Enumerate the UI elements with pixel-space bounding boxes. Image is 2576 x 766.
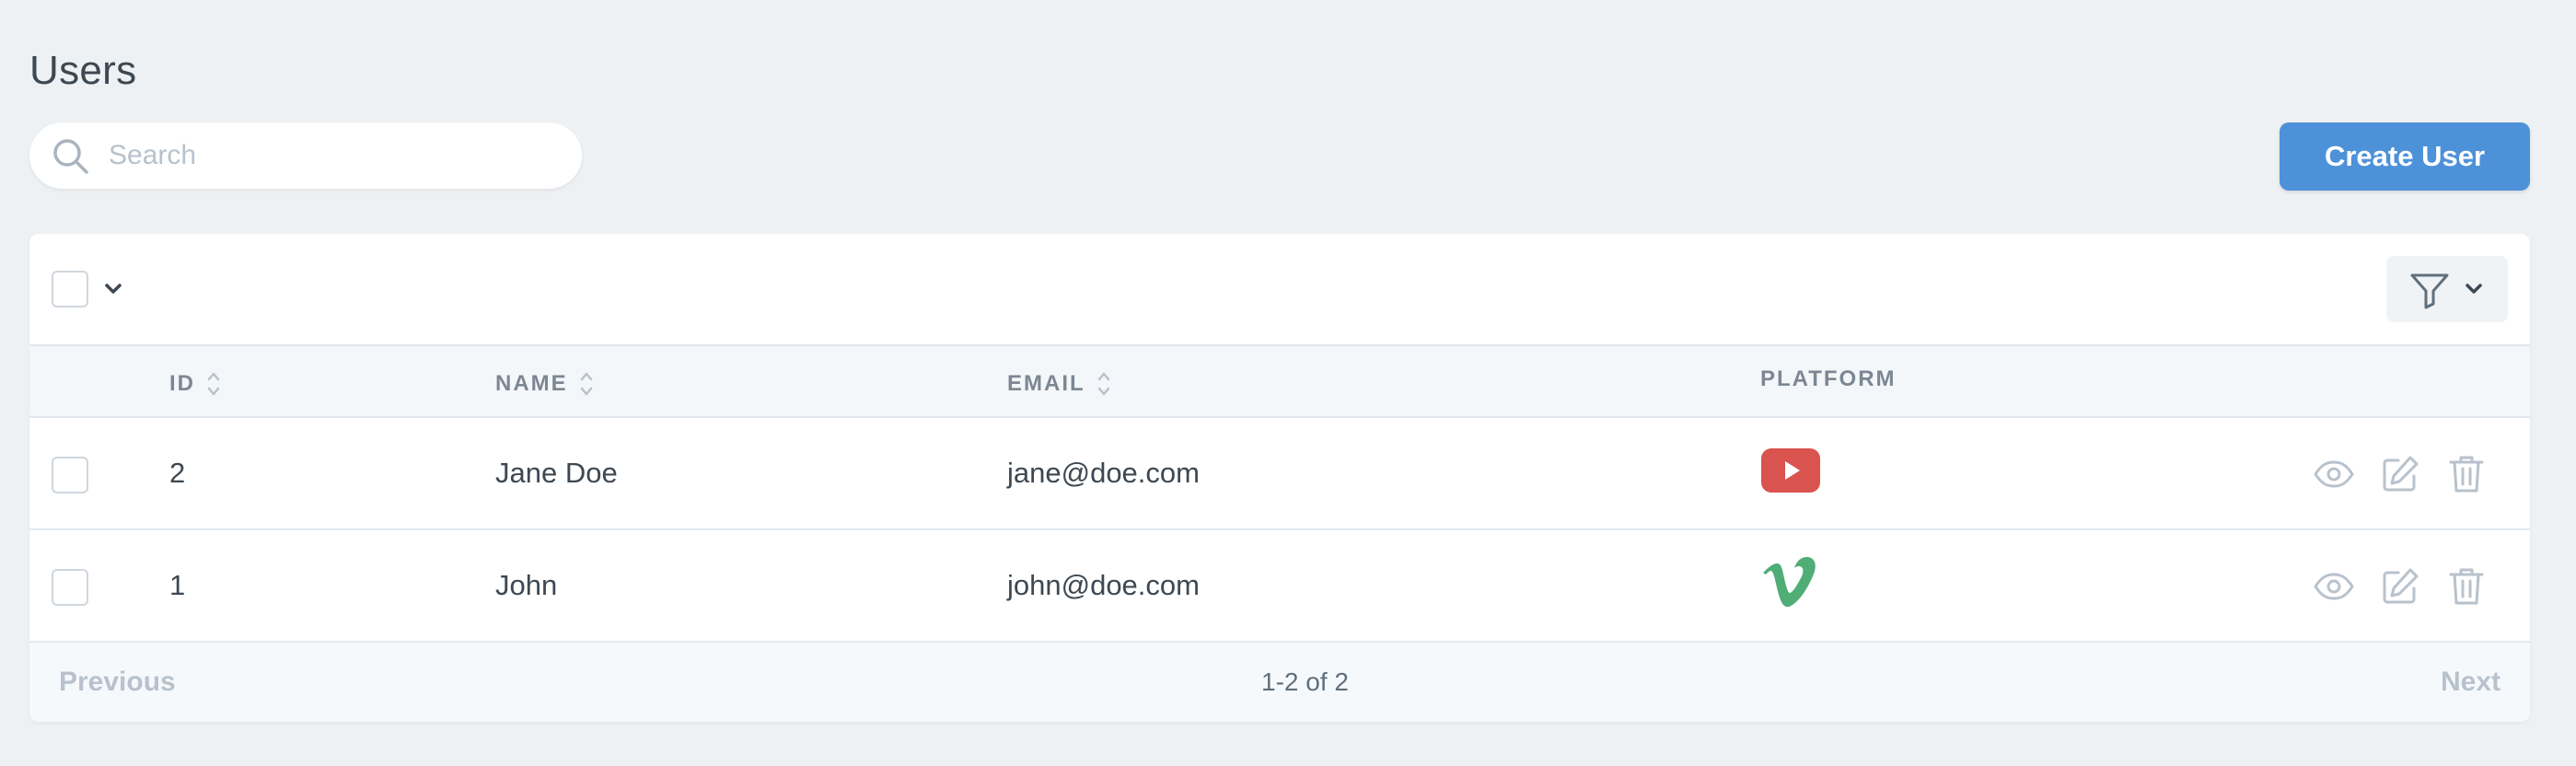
filter-button[interactable] bbox=[2386, 256, 2508, 322]
cell-email: john@doe.com bbox=[1007, 569, 1200, 601]
pagination: Previous 1-2 of 2 Next bbox=[29, 643, 2530, 722]
column-header-platform-label: PLATFORM bbox=[1760, 366, 1897, 391]
delete-button[interactable] bbox=[2442, 449, 2491, 499]
sort-icon bbox=[1097, 372, 1109, 396]
select-all-checkbox[interactable] bbox=[52, 271, 88, 308]
row-checkbox[interactable] bbox=[52, 457, 88, 493]
edit-button[interactable] bbox=[2375, 562, 2425, 611]
column-header-platform: PLATFORM bbox=[1760, 366, 1897, 392]
youtube-icon bbox=[1761, 448, 1820, 493]
column-header-email[interactable]: EMAIL bbox=[1007, 368, 1111, 400]
cell-name: Jane Doe bbox=[495, 457, 618, 489]
table-header: ID NAME EMAIL PLATFORM bbox=[29, 344, 2530, 418]
cell-name: John bbox=[495, 569, 558, 601]
sort-icon bbox=[580, 372, 592, 396]
trash-icon bbox=[2449, 456, 2484, 493]
create-user-button[interactable]: Create User bbox=[2280, 122, 2530, 191]
column-header-id[interactable]: ID bbox=[169, 368, 221, 400]
table-row[interactable]: 1 John john@doe.com bbox=[29, 530, 2530, 643]
next-page-button[interactable]: Next bbox=[2441, 643, 2501, 722]
cell-id: 1 bbox=[169, 569, 186, 601]
select-menu-chevron-down-icon[interactable] bbox=[101, 278, 125, 300]
previous-page-button[interactable]: Previous bbox=[59, 643, 176, 722]
table-row[interactable]: 2 Jane Doe jane@doe.com bbox=[29, 418, 2530, 530]
cell-email: jane@doe.com bbox=[1007, 457, 1200, 489]
eye-icon bbox=[2314, 460, 2354, 488]
filter-chevron-down-icon bbox=[2466, 284, 2482, 294]
column-header-email-label: EMAIL bbox=[1007, 371, 1085, 396]
vimeo-icon bbox=[1763, 557, 1816, 608]
column-header-name-label: NAME bbox=[495, 371, 568, 396]
page-title: Users bbox=[29, 48, 137, 93]
cell-id: 2 bbox=[169, 457, 186, 489]
eye-icon bbox=[2314, 573, 2354, 600]
search-icon bbox=[53, 139, 88, 174]
edit-icon bbox=[2383, 568, 2419, 604]
table-toolbar bbox=[29, 234, 2530, 344]
edit-button[interactable] bbox=[2375, 449, 2425, 499]
pagination-summary: 1-2 of 2 bbox=[1261, 667, 1349, 696]
column-header-name[interactable]: NAME bbox=[495, 368, 594, 400]
view-button[interactable] bbox=[2309, 449, 2359, 499]
column-header-id-label: ID bbox=[169, 371, 195, 396]
view-button[interactable] bbox=[2309, 562, 2359, 611]
sort-icon bbox=[207, 372, 220, 396]
filter-icon bbox=[2410, 273, 2449, 309]
trash-icon bbox=[2449, 568, 2484, 605]
users-table-card: ID NAME EMAIL PLATFORM 2 Jane Doe jane@d… bbox=[29, 234, 2530, 722]
search-box[interactable] bbox=[29, 122, 582, 189]
row-checkbox[interactable] bbox=[52, 569, 88, 606]
edit-icon bbox=[2383, 456, 2419, 492]
delete-button[interactable] bbox=[2442, 562, 2491, 611]
search-input[interactable] bbox=[109, 132, 560, 180]
